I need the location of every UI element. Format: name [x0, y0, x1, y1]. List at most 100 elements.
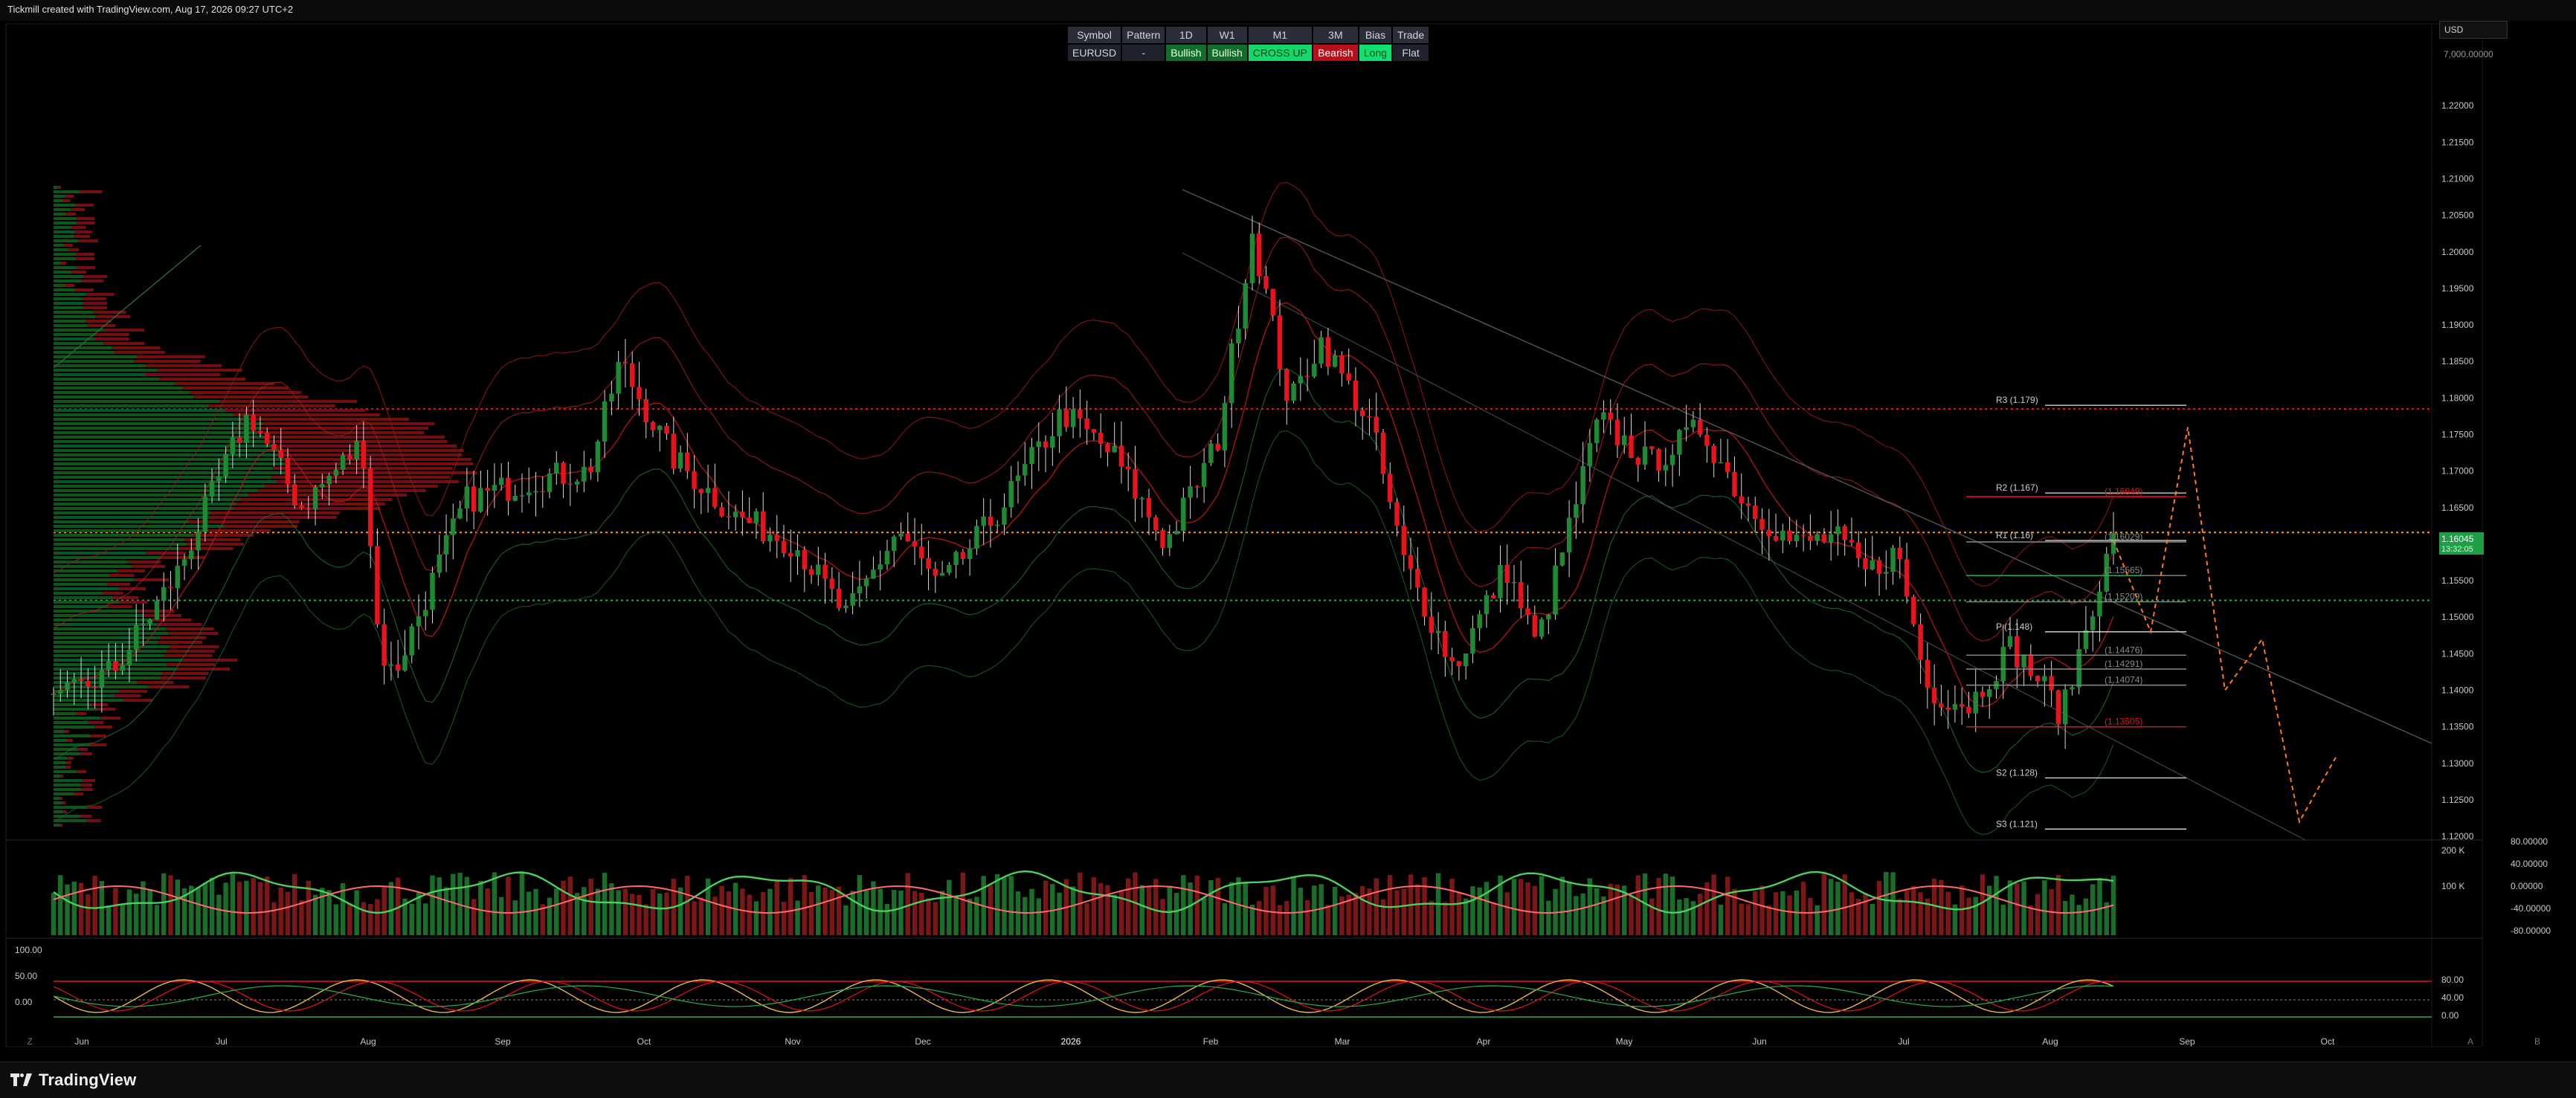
bullish-candle — [443, 535, 449, 555]
volume-profile-bar — [54, 346, 112, 349]
volume-bar — [1208, 879, 1214, 935]
bearish-candle — [1284, 369, 1289, 401]
bullish-candle — [58, 690, 63, 694]
bearish-candle — [567, 483, 573, 485]
volume-profile-bar — [117, 569, 145, 572]
time-tick-label: Oct — [2321, 1036, 2335, 1047]
oscillator-tick-label: 40.00000 — [2511, 859, 2548, 869]
bullish-candle — [616, 361, 621, 394]
volume-profile-bar — [54, 324, 88, 327]
bullish-candle — [141, 624, 146, 625]
price-tick-label: 1.21500 — [2441, 137, 2474, 147]
volume-profile-bar — [119, 690, 147, 693]
volume-bar — [354, 890, 359, 935]
volume-profile-bar — [65, 761, 71, 764]
bullish-candle — [1015, 475, 1021, 481]
bearish-candle — [1966, 706, 1971, 714]
volume-bar — [147, 888, 152, 935]
bullish-candle — [863, 578, 869, 587]
volume-profile-bar — [54, 453, 279, 456]
volume-profile-bar — [54, 734, 91, 737]
volume-profile-bar — [54, 712, 77, 715]
volume-profile-bar — [54, 235, 74, 238]
bullish-candle — [437, 554, 442, 573]
volume-profile-bar — [67, 739, 73, 742]
volume-bar — [519, 873, 525, 935]
volume-profile-bar — [91, 703, 109, 706]
stoch-right-tick: 80.00 — [2441, 975, 2464, 985]
volume-profile-bar — [205, 529, 271, 532]
volume-profile-bar — [87, 324, 116, 327]
volume-bar — [375, 899, 380, 935]
bullish-candle — [354, 440, 359, 459]
volume-bar — [202, 882, 208, 935]
volume-bar — [788, 878, 793, 935]
footer-bar: TradingView — [0, 1062, 2576, 1098]
volume-profile-bar — [54, 431, 258, 434]
bearish-candle — [1063, 409, 1069, 427]
volume-profile-bar — [54, 690, 120, 693]
volume-bar — [967, 898, 973, 935]
bearish-candle — [1725, 462, 1730, 472]
volume-bar — [2076, 905, 2081, 935]
volume-profile-bar — [54, 387, 183, 390]
tradingview-logo[interactable]: TradingView — [10, 1070, 136, 1090]
volume-profile-bar — [57, 186, 62, 189]
bearish-candle — [1098, 433, 1104, 444]
volume-bar — [1773, 892, 1779, 935]
price-tick-label: 1.14500 — [2441, 648, 2474, 659]
currency-selector[interactable]: USD — [2439, 21, 2508, 39]
volume-bar — [1181, 875, 1186, 935]
volume-profile-bar — [54, 525, 225, 528]
volume-profile-bar — [54, 547, 180, 550]
bearish-candle — [485, 488, 490, 491]
trend-line-lower — [1182, 252, 2306, 841]
bearish-candle — [1614, 419, 1620, 445]
volume-profile-bar — [193, 395, 309, 398]
volume-bar — [506, 876, 511, 935]
volume-profile-bar — [119, 601, 148, 604]
volume-profile-bar — [54, 717, 101, 720]
volume-profile-bar — [54, 641, 158, 644]
volume-bar — [113, 888, 118, 935]
bullish-candle — [1291, 383, 1296, 401]
volume-profile-bar — [90, 743, 107, 746]
volume-profile-bar — [148, 685, 190, 688]
bullish-candle — [595, 441, 601, 473]
time-tick-label: Jun — [1752, 1036, 1766, 1047]
bullish-candle — [1332, 355, 1338, 367]
volume-profile-bar — [76, 770, 87, 773]
volume-profile-bar — [54, 186, 58, 189]
axis-badge-right: B — [2534, 1036, 2540, 1047]
upper-band-outer — [53, 181, 2114, 587]
volume-profile-bar — [54, 503, 236, 506]
volume-profile-bar — [166, 650, 215, 653]
bearish-candle — [1931, 687, 1937, 704]
header-w1: W1 — [1207, 27, 1247, 43]
volume-bar — [1629, 895, 1634, 935]
volume-profile-bar — [76, 266, 95, 269]
bearish-candle — [168, 587, 173, 589]
volume-profile-bar — [54, 676, 161, 679]
price-chart[interactable]: 1.22000 1.21500 1.21000 1.20500 1.20000 1.195… — [0, 21, 2576, 1062]
bearish-candle — [299, 506, 304, 508]
bearish-candle — [781, 540, 787, 554]
bearish-candle — [629, 363, 635, 387]
volume-profile-bar — [146, 364, 222, 367]
bearish-candle — [1732, 471, 1737, 497]
volume-bar — [582, 887, 587, 935]
volume-profile-bar — [80, 752, 93, 755]
volume-profile-bar — [54, 730, 65, 733]
volume-profile-bar — [54, 190, 80, 193]
bearish-candle — [719, 507, 724, 517]
bullish-candle — [1023, 464, 1028, 476]
volume-profile-bar — [128, 561, 161, 563]
bullish-candle — [196, 532, 201, 551]
volume-profile-bar — [60, 262, 66, 265]
volume-bar — [175, 879, 180, 935]
volume-profile-bar — [54, 819, 87, 822]
volume-profile-bar — [175, 382, 275, 385]
bearish-candle — [1759, 519, 1765, 530]
chart-area[interactable]: 1.22000 1.21500 1.21000 1.20500 1.20000 1.195… — [0, 21, 2576, 1062]
bullish-candle — [609, 393, 614, 401]
